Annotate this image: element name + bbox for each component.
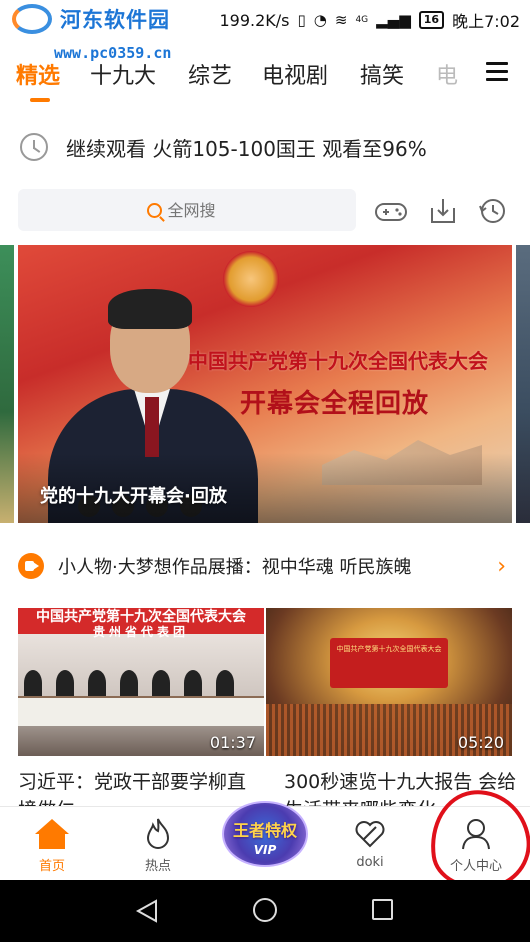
thumbnail-title: 中国共产党第十九次全国代表大会 贵州省代表团 — [18, 608, 264, 642]
vibrate-icon: ▯ — [297, 11, 306, 29]
status-bar: 河东软件园 199.2K/s ▯ ◔ ≋ 4G ▂▄▆ 16 晚上7:02 — [0, 0, 530, 36]
app-screen: 河东软件园 199.2K/s ▯ ◔ ≋ 4G ▂▄▆ 16 晚上7:02 ww… — [0, 0, 530, 942]
watermark-logo-icon — [8, 2, 54, 36]
watermark: 河东软件园 — [8, 2, 170, 36]
congress-stage-image: 中国共产党第十九次全国代表大会 — [330, 638, 448, 688]
alarm-icon: ◔ — [313, 11, 327, 29]
battery-indicator: 16 — [418, 11, 445, 29]
watermark-title: 河东软件园 — [60, 8, 170, 32]
thumbnail-title-line: 中国共产党第十九次全国代表大会 — [36, 609, 246, 625]
nav-doki-label: doki — [356, 855, 384, 870]
chevron-right-icon: › — [497, 553, 506, 579]
thumbnail-subtitle: 贵州省代表团 — [92, 625, 189, 639]
continue-watching-bar[interactable]: 继续观看 火箭105-100国王 观看至96% — [20, 128, 510, 166]
category-tabs: 精选 十九大 综艺 电视剧 搞笑 电 — [0, 52, 530, 102]
back-icon[interactable] — [134, 898, 160, 924]
flame-icon — [146, 818, 170, 849]
video-duration: 05:20 — [457, 733, 504, 752]
search-box[interactable] — [18, 189, 356, 231]
download-icon[interactable] — [426, 196, 460, 226]
search-input[interactable] — [167, 200, 228, 220]
vip-badge-title: 王者特权 — [232, 821, 297, 840]
history-icon — [20, 133, 48, 161]
tab-variety[interactable]: 综艺 — [188, 58, 232, 90]
gamepad-icon[interactable] — [374, 196, 408, 226]
vip-promo-badge[interactable]: 王者特权 VIP — [222, 801, 308, 867]
video-duration: 01:37 — [209, 733, 256, 752]
stage-banner-text: 中国共产党第十九次全国代表大会 — [336, 645, 442, 653]
active-tab-indicator — [30, 98, 50, 102]
tab-19th-congress[interactable]: 十九大 — [90, 58, 156, 90]
video-card-thumbnail[interactable]: 中国共产党第十九次全国代表大会 05:20 — [266, 608, 512, 756]
home-button-icon[interactable] — [253, 898, 277, 922]
nav-home-label: 首页 — [38, 859, 65, 874]
banner-caption: 党的十九大开幕会·回放 — [40, 486, 227, 507]
continue-watching-text: 继续观看 火箭105-100国王 观看至96% — [66, 136, 427, 161]
home-icon — [35, 819, 69, 849]
recent-apps-icon[interactable] — [372, 899, 393, 920]
banner-headline: 中国共产党第十九次全国代表大会 — [188, 349, 488, 373]
announcement-text: 小人物·大梦想作品展播：视中华魂 听民族魄 — [58, 557, 412, 578]
doki-heart-icon — [355, 821, 385, 848]
signal-icon: ▂▄▆ — [376, 11, 411, 29]
menu-icon[interactable] — [486, 62, 508, 81]
banner-subheadline: 开幕会全程回放 — [240, 389, 430, 419]
search-icon — [146, 202, 162, 218]
announcement-bar[interactable]: 小人物·大梦想作品展播：视中华魂 听民族魄 › — [18, 549, 512, 583]
delegates-image — [24, 670, 234, 696]
tab-funny[interactable]: 搞笑 — [360, 58, 404, 90]
clock: 晚上7:02 — [452, 12, 520, 31]
video-card-title[interactable]: 习近平：党政干部要学柳直境做仁 — [18, 768, 258, 806]
tab-tv-series[interactable]: 电视剧 — [262, 58, 328, 90]
video-card-thumbnail[interactable]: 中国共产党第十九次全国代表大会 贵州省代表团 01:37 — [18, 608, 264, 756]
status-indicators: 199.2K/s ▯ ◔ ≋ 4G ▂▄▆ 16 晚上7:02 — [219, 8, 520, 32]
nav-hot[interactable]: 热点 — [118, 807, 198, 881]
conference-table-image — [18, 696, 264, 726]
tab-movies-partial[interactable]: 电 — [436, 58, 458, 90]
network-type: 4G — [355, 15, 369, 25]
video-camera-icon — [18, 553, 44, 579]
banner-prev-peek[interactable] — [0, 245, 14, 523]
watch-history-icon[interactable] — [476, 196, 510, 226]
vip-badge-label: VIP — [253, 843, 277, 857]
nav-home[interactable]: 首页 — [12, 807, 92, 881]
system-nav-bar — [0, 880, 530, 942]
featured-banner[interactable]: 中国共产党第十九次全国代表大会 开幕会全程回放 党的十九大开幕会·回放 — [18, 245, 512, 523]
tab-featured[interactable]: 精选 — [16, 58, 60, 90]
wifi-icon: ≋ — [334, 11, 348, 29]
nav-doki[interactable]: doki — [330, 807, 410, 881]
banner-next-peek[interactable] — [516, 245, 530, 523]
net-speed: 199.2K/s — [219, 10, 290, 30]
nav-hot-label: 热点 — [144, 859, 171, 874]
